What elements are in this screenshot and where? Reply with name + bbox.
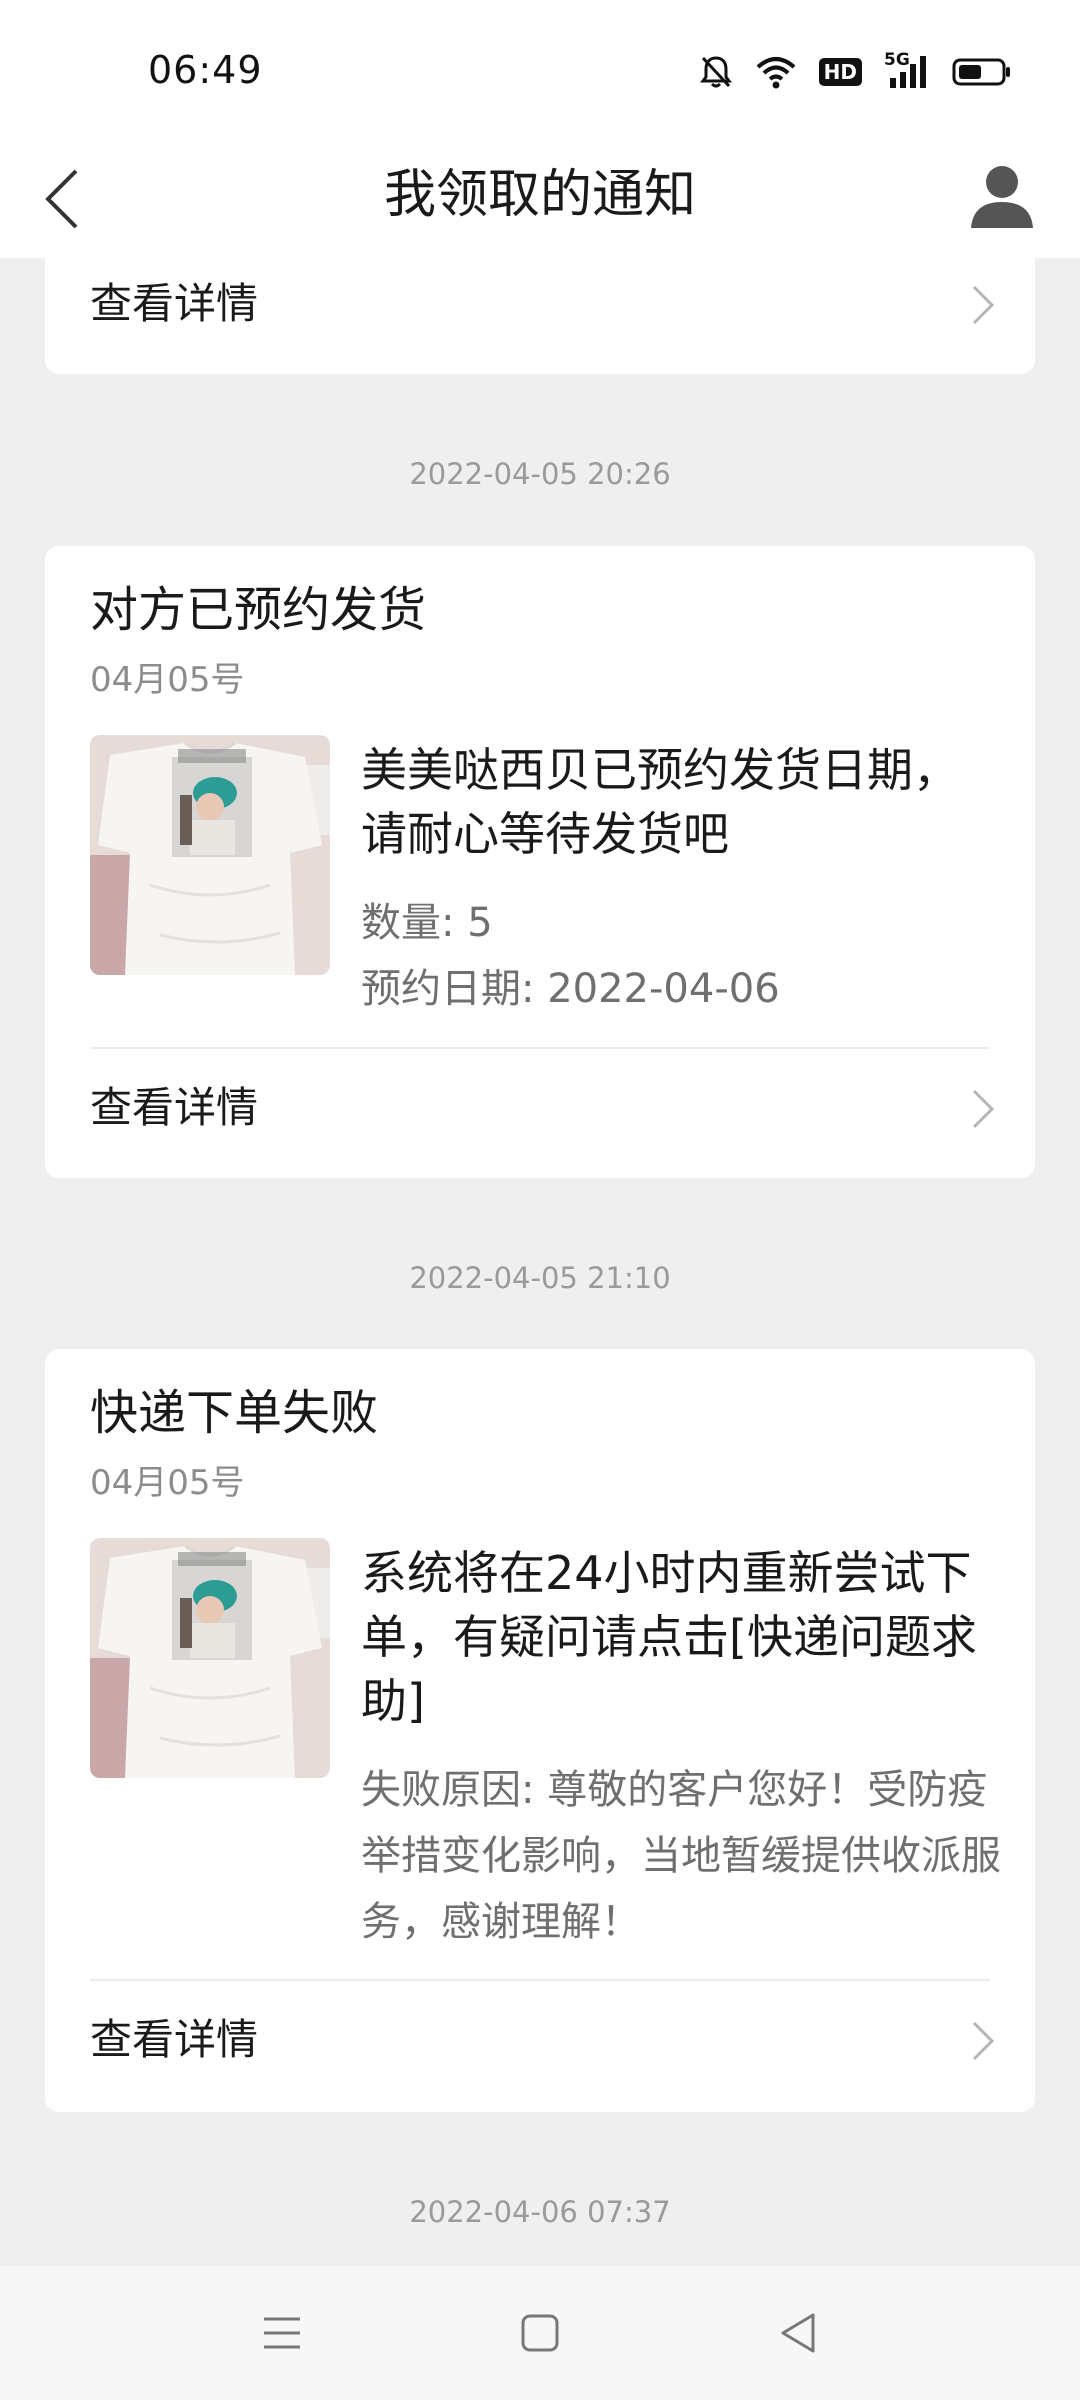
tshirt-image — [90, 1538, 330, 1778]
5g-signal-icon: 5G — [884, 50, 930, 90]
notification-card: 快递下单失败 04月05号 系统将在24小时内重新尝试下单，有疑问请点击[快递问… — [45, 1349, 1035, 2112]
home-button[interactable] — [500, 2296, 580, 2370]
chevron-right-icon — [972, 2021, 995, 2061]
view-details-label: 查看详情 — [90, 2015, 259, 2064]
timestamp: 2022-04-05 21:10 — [409, 1261, 671, 1295]
notification-date: 04月05号 — [90, 1463, 245, 1503]
view-details-label: 查看详情 — [90, 1083, 259, 1132]
chevron-right-icon — [972, 1089, 995, 1129]
mute-bell-icon — [699, 54, 733, 90]
notification-description: 美美哒西贝已预约发货日期，请耐心等待发货吧 — [361, 743, 959, 861]
product-thumbnail[interactable] — [90, 1538, 330, 1778]
timestamp: 2022-04-05 20:26 — [409, 457, 671, 491]
wifi-icon — [755, 55, 797, 89]
profile-button[interactable] — [962, 150, 1042, 240]
failure-reason-text: 失败原因: 尊敬的客户您好！受防疫举措变化影响，当地暂缓提供收派服务，感谢理解！ — [361, 1767, 1001, 1945]
view-details-label: 查看详情 — [90, 279, 259, 328]
tshirt-image — [90, 735, 330, 975]
view-details-row[interactable]: 查看详情 — [45, 1980, 1035, 2110]
system-back-button[interactable] — [758, 2296, 838, 2370]
quantity-text: 数量: 5 — [361, 900, 493, 946]
home-square-icon — [521, 2314, 559, 2352]
menu-icon — [264, 2317, 300, 2349]
reserved-date-text: 预约日期: 2022-04-06 — [361, 966, 780, 1012]
hd-badge: HD — [818, 58, 862, 86]
notification-date: 04月05号 — [90, 660, 245, 700]
status-bar: 06:49 HD 5G — [0, 0, 1080, 140]
header: 我领取的通知 — [0, 140, 1080, 258]
screen: 06:49 HD 5G 我领取的通知 查看详情 2022-04-05 20:26… — [0, 0, 1080, 2400]
person-icon — [971, 166, 1033, 228]
view-details-row[interactable]: 查看详情 — [45, 258, 1035, 374]
status-time: 06:49 — [148, 48, 263, 92]
chevron-right-icon — [972, 285, 995, 325]
view-details-row[interactable]: 查看详情 — [45, 1048, 1035, 1178]
timestamp: 2022-04-06 07:37 — [409, 2195, 671, 2229]
notification-card: 对方已预约发货 04月05号 美美哒西贝已预约发货日期，请耐心等待发货吧 数量:… — [45, 546, 1035, 1178]
back-triangle-icon — [781, 2313, 815, 2353]
system-nav-bar — [0, 2266, 1080, 2400]
status-icons: HD 5G — [699, 50, 1012, 92]
recent-apps-button[interactable] — [242, 2296, 322, 2370]
notification-title: 对方已预约发货 — [90, 582, 427, 638]
notification-card: 查看详情 — [45, 258, 1035, 374]
notification-description[interactable]: 系统将在24小时内重新尝试下单，有疑问请点击[快递问题求助] — [361, 1541, 1001, 1733]
product-thumbnail[interactable] — [90, 735, 330, 975]
notification-title: 快递下单失败 — [90, 1385, 379, 1441]
battery-icon — [952, 57, 1012, 87]
page-title: 我领取的通知 — [383, 165, 696, 225]
